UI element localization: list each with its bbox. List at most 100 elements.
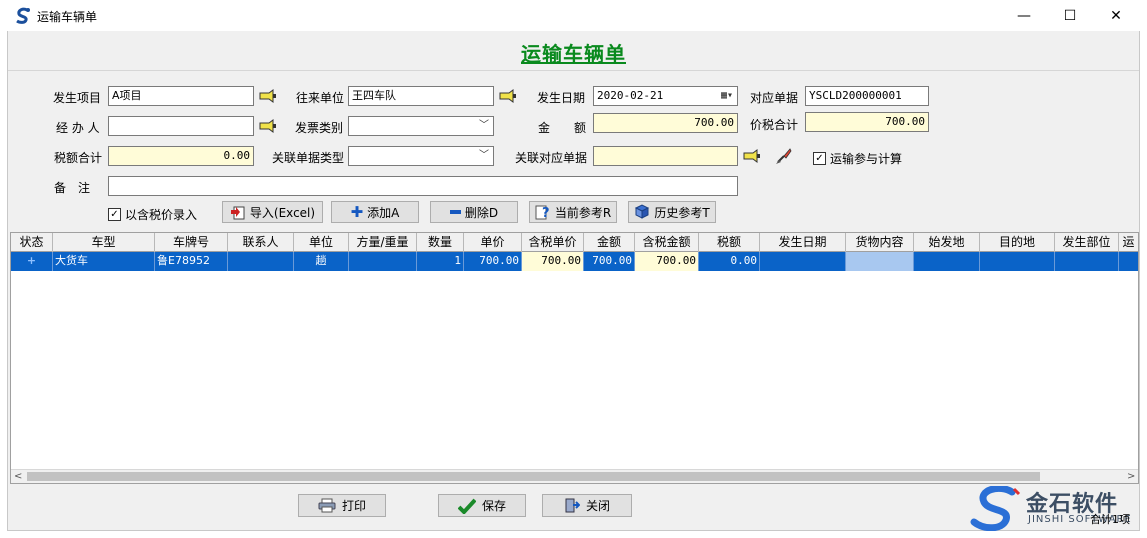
minimize-icon: — — [1017, 7, 1031, 24]
row-total-label: 合计1项 — [1090, 513, 1130, 526]
form-heading: 运输车辆单 — [521, 42, 626, 66]
tax-total-field: 0.00 — [108, 146, 254, 166]
delete-label: 删除D — [464, 205, 499, 220]
insert-plus-icon: + — [26, 254, 37, 267]
table-row[interactable]: + 大货车 鲁E78952 趟 1 700.00 700.00 700.00 7… — [11, 252, 1138, 271]
column-header[interactable]: 单价 — [464, 233, 522, 252]
history-ref-button[interactable]: 历史参考T — [628, 201, 716, 223]
tax-amount-cell[interactable]: 700.00 — [635, 252, 699, 271]
history-ref-label: 历史参考T — [654, 205, 710, 220]
price-tax-total-label: 价税合计 — [750, 118, 799, 132]
clear-brush-icon[interactable] — [775, 147, 793, 165]
current-ref-button[interactable]: ? 当前参考R — [529, 201, 617, 223]
column-header[interactable]: 运 — [1119, 233, 1138, 252]
import-excel-button[interactable]: 导入(Excel) — [222, 201, 323, 223]
amount-label: 金 额 — [538, 121, 587, 135]
column-header[interactable]: 状态 — [11, 233, 53, 252]
column-header[interactable]: 发生部位 — [1055, 233, 1119, 252]
tax-price-entry-checkbox[interactable]: ✓ 以含税价录入 — [108, 206, 197, 223]
plate-cell[interactable]: 鲁E78952 — [155, 252, 228, 271]
department-cell[interactable] — [1055, 252, 1119, 271]
add-row-button[interactable]: ✚ 添加A — [331, 201, 419, 223]
title-bar: 运输车辆单 — ☐ ✕ — [0, 0, 1147, 31]
invoice-type-select[interactable]: ﹀ — [348, 116, 494, 136]
checkmark-icon — [457, 498, 476, 514]
grid-header-row: 状态 车型 车牌号 联系人 单位 方量/重量 数量 单价 含税单价 金额 含税金… — [11, 233, 1138, 252]
save-label: 保存 — [481, 499, 506, 513]
handler-label: 经 办 人 — [56, 121, 100, 135]
column-header[interactable]: 含税单价 — [522, 233, 584, 252]
partner-label: 往来单位 — [296, 91, 345, 105]
linked-doc-picker-icon[interactable] — [743, 149, 761, 163]
handler-picker-icon[interactable] — [259, 119, 277, 133]
tax-cell[interactable]: 0.00 — [699, 252, 760, 271]
amount-cell[interactable]: 700.00 — [584, 252, 635, 271]
overflow-cell[interactable] — [1119, 252, 1138, 271]
brand-s-icon — [970, 484, 1021, 532]
quantity-cell[interactable]: 1 — [417, 252, 464, 271]
project-label: 发生项目 — [53, 91, 102, 105]
date-label: 发生日期 — [537, 91, 586, 105]
destination-cell[interactable] — [980, 252, 1055, 271]
contact-cell[interactable] — [228, 252, 294, 271]
scroll-right-icon[interactable]: > — [1127, 470, 1135, 483]
project-picker-icon[interactable] — [259, 89, 277, 103]
linked-doc-field[interactable] — [593, 146, 738, 166]
price-tax-total-field: 700.00 — [805, 112, 929, 132]
transport-calc-checkbox[interactable]: ✓ 运输参与计算 — [813, 150, 902, 167]
column-header[interactable]: 含税金额 — [635, 233, 699, 252]
column-header[interactable]: 发生日期 — [760, 233, 846, 252]
maximize-icon: ☐ — [1063, 7, 1077, 24]
column-header[interactable]: 始发地 — [914, 233, 980, 252]
column-header[interactable]: 联系人 — [228, 233, 294, 252]
exit-door-icon — [565, 498, 580, 513]
column-header[interactable]: 车牌号 — [155, 233, 228, 252]
save-button[interactable]: 保存 — [438, 494, 526, 517]
unit-price-cell[interactable]: 700.00 — [464, 252, 522, 271]
add-label: 添加A — [367, 205, 400, 220]
row-status-cell[interactable]: + — [11, 252, 53, 271]
unit-cell[interactable]: 趟 — [294, 252, 349, 271]
column-header[interactable]: 货物内容 — [846, 233, 914, 252]
close-button[interactable]: 关闭 — [542, 494, 632, 517]
column-header[interactable]: 目的地 — [980, 233, 1055, 252]
tax-total-label: 税额合计 — [54, 151, 103, 165]
calendar-dropdown-icon[interactable]: ▦▾ — [721, 87, 733, 105]
volume-weight-cell[interactable] — [349, 252, 417, 271]
column-header[interactable]: 单位 — [294, 233, 349, 252]
remark-field[interactable] — [108, 176, 738, 196]
checkmark-icon: ✓ — [108, 208, 121, 221]
plus-icon: ✚ — [350, 203, 364, 221]
vehicle-type-cell[interactable]: 大货车 — [53, 252, 155, 271]
horizontal-scrollbar[interactable]: < > — [11, 469, 1138, 483]
tax-unit-price-cell[interactable]: 700.00 — [522, 252, 584, 271]
printer-icon — [318, 498, 336, 513]
ref-doc-field[interactable]: YSCLD200000001 — [805, 86, 929, 106]
column-header[interactable]: 方量/重量 — [349, 233, 417, 252]
scrollbar-thumb[interactable] — [27, 472, 1040, 481]
linked-doc-type-select[interactable]: ﹀ — [348, 146, 494, 166]
svg-text:?: ? — [542, 206, 550, 220]
print-button[interactable]: 打印 — [298, 494, 386, 517]
origin-cell[interactable] — [914, 252, 980, 271]
help-document-icon: ? — [535, 205, 550, 220]
close-window-button[interactable]: ✕ — [1093, 0, 1139, 31]
column-header[interactable]: 税额 — [699, 233, 760, 252]
partner-picker-icon[interactable] — [499, 89, 517, 103]
project-field[interactable]: A项目 — [108, 86, 254, 106]
scroll-left-icon[interactable]: < — [14, 470, 22, 483]
chevron-down-icon: ﹀ — [479, 150, 489, 161]
column-header[interactable]: 数量 — [417, 233, 464, 252]
column-header[interactable]: 金额 — [584, 233, 635, 252]
cargo-cell[interactable] — [846, 252, 914, 271]
linked-doc-label: 关联对应单据 — [515, 151, 588, 165]
date-picker[interactable]: 2020-02-21 ▦▾ — [593, 86, 738, 106]
partner-field[interactable]: 王四车队 — [348, 86, 494, 106]
date-cell[interactable] — [760, 252, 846, 271]
handler-field[interactable] — [108, 116, 254, 136]
column-header[interactable]: 车型 — [53, 233, 155, 252]
minimize-button[interactable]: — — [1001, 0, 1047, 31]
delete-row-button[interactable]: 删除D — [430, 201, 518, 223]
invoice-type-label: 发票类别 — [295, 121, 344, 135]
maximize-button[interactable]: ☐ — [1047, 0, 1093, 31]
